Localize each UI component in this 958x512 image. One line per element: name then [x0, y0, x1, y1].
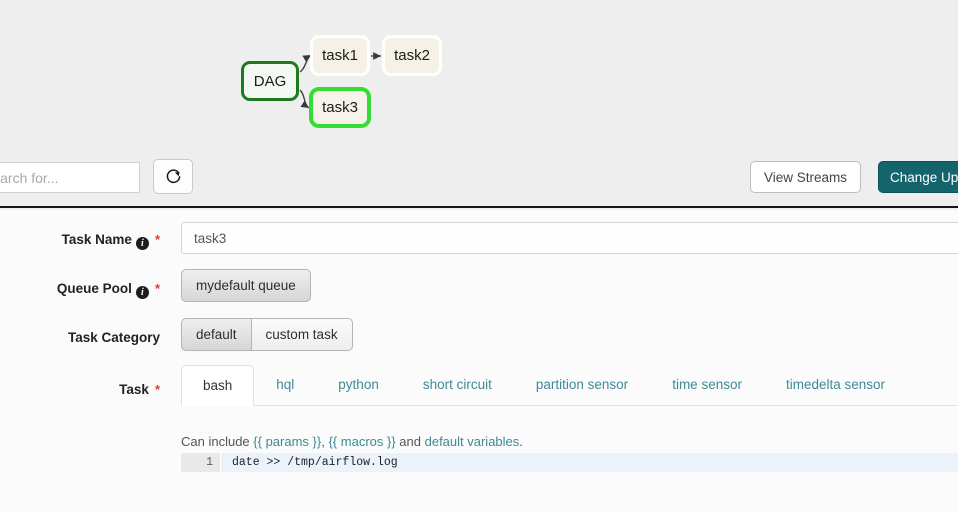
helper-prefix: Can include	[181, 434, 254, 449]
required-marker: *	[154, 281, 160, 296]
task-category-button-group: default custom task	[181, 318, 353, 351]
refresh-icon	[166, 169, 180, 184]
info-icon[interactable]: i	[135, 237, 149, 250]
queue-pool-label-text: Queue Pool	[56, 281, 132, 296]
dag-node-label: task3	[322, 99, 358, 116]
change-upstream-button[interactable]: Change Upstream	[878, 161, 958, 193]
helper-link-default-variables[interactable]: default variables	[425, 434, 520, 449]
view-streams-button[interactable]: View Streams	[750, 161, 861, 193]
task-type-tabs: bash hql python short circuit partition …	[181, 363, 958, 406]
required-marker: *	[154, 232, 160, 247]
dag-node-label: task2	[394, 47, 430, 64]
bash-command-editor[interactable]: 1 date >> /tmp/airflow.log	[181, 453, 958, 472]
helper-sep-2: and	[395, 434, 425, 449]
task-category-label-text: Task Category	[67, 330, 160, 345]
dag-node-task1[interactable]: task1	[310, 35, 370, 76]
dag-node-label: task1	[322, 47, 358, 64]
info-icon[interactable]: i	[135, 286, 149, 299]
tab-partition-sensor[interactable]: partition sensor	[514, 364, 650, 405]
tab-python[interactable]: python	[316, 364, 401, 405]
task-name-label-text: Task Name	[61, 232, 132, 247]
task-category-label: Task Category	[10, 330, 160, 345]
editor-line-number: 1	[181, 453, 220, 472]
dag-node-label: DAG	[253, 72, 287, 90]
helper-suffix: .	[519, 434, 523, 449]
task-name-input[interactable]	[181, 222, 958, 254]
task-label: Task *	[10, 382, 160, 397]
helper-link-params[interactable]: {{ params }}	[253, 434, 321, 449]
tab-short-circuit[interactable]: short circuit	[401, 364, 514, 405]
task-category-option-custom-task[interactable]: custom task	[250, 318, 353, 351]
dag-edges	[299, 52, 381, 109]
dag-graph-canvas: DAG task1 task2 task3	[0, 0, 958, 146]
refresh-button[interactable]	[153, 159, 193, 194]
task-category-option-default[interactable]: default	[181, 318, 251, 351]
tab-time-sensor[interactable]: time sensor	[650, 364, 764, 405]
task-label-text: Task	[119, 382, 149, 397]
tab-hql[interactable]: hql	[254, 364, 316, 405]
editor-code-line[interactable]: date >> /tmp/airflow.log	[220, 453, 958, 472]
tab-bash[interactable]: bash	[181, 365, 255, 406]
task-helper-text: Can include {{ params }}, {{ macros }} a…	[181, 434, 523, 449]
queue-pool-label: Queue Pool i *	[10, 281, 160, 299]
search-input[interactable]	[0, 162, 140, 193]
edge-dag-task3	[299, 89, 310, 109]
dag-node-task2[interactable]: task2	[382, 35, 442, 76]
task-form-panel: Task Namei* Queue Pooli* mydefault queue…	[0, 210, 958, 512]
queue-pool-button-group: mydefault queue	[181, 269, 311, 302]
tab-timedelta-sensor[interactable]: timedelta sensor	[764, 364, 907, 405]
required-marker: *	[154, 382, 160, 397]
task-name-label: Task Name i *	[10, 232, 160, 250]
helper-link-macros[interactable]: {{ macros }}	[328, 434, 395, 449]
queue-pool-option-mydefault-queue[interactable]: mydefault queue	[181, 269, 311, 302]
dag-node-dag[interactable]: DAG	[241, 61, 299, 101]
dag-node-task3[interactable]: task3	[309, 87, 371, 128]
app-root: DAG task1 task2 task3 View Streams Chang…	[0, 0, 958, 512]
